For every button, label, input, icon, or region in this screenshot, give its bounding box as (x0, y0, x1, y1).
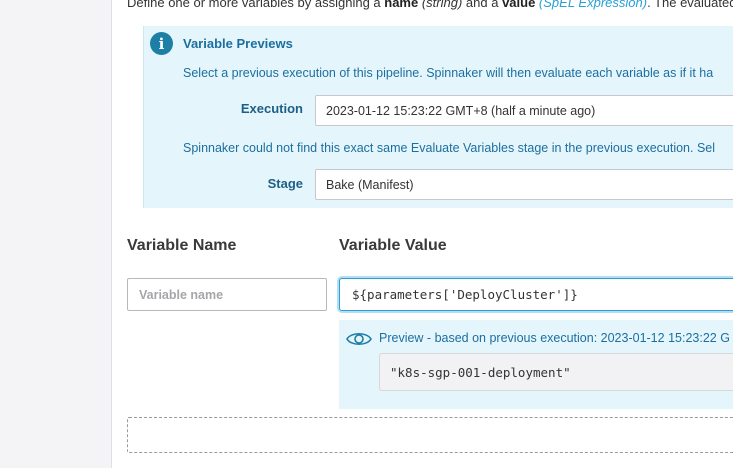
variable-previews-title: Variable Previews (183, 36, 293, 51)
stage-label: Stage (267, 176, 303, 191)
intro-text: Define one or more variables by assignin… (127, 0, 733, 10)
variable-name-input[interactable] (127, 278, 327, 311)
left-gutter (0, 0, 112, 468)
execution-select[interactable]: 2023-01-12 15:23:22 GMT+8 (half a minute… (315, 95, 733, 126)
expression-preview-result: "k8s-sgp-001-deployment" (379, 353, 733, 391)
intro-value-type: (SpEL Expression) (535, 0, 648, 10)
eye-icon (346, 332, 372, 346)
variable-value-input[interactable] (339, 278, 733, 311)
stage-select[interactable]: Bake (Manifest) (315, 169, 733, 200)
intro-name-type: (string) (418, 0, 463, 10)
intro-value-word: value (502, 0, 536, 10)
variable-name-header: Variable Name (127, 237, 237, 254)
intro-suffix: . The evaluated v (647, 0, 733, 10)
add-variable-button[interactable] (127, 417, 733, 453)
variable-value-header: Variable Value (339, 237, 447, 254)
intro-prefix: Define one or more variables by assignin… (127, 0, 385, 10)
intro-name-word: name (384, 0, 419, 10)
stage-select-value: Bake (Manifest) (326, 177, 414, 192)
expression-preview-label: Preview - based on previous execution: 2… (379, 331, 730, 345)
execution-label: Execution (240, 101, 303, 116)
variable-previews-description: Select a previous execution of this pipe… (183, 66, 714, 80)
intro-middle: and a (462, 0, 503, 10)
stage-not-found-text: Spinnaker could not find this exact same… (183, 141, 716, 155)
execution-select-value: 2023-01-12 15:23:22 GMT+8 (half a minute… (326, 103, 596, 118)
info-icon: i (150, 32, 173, 55)
